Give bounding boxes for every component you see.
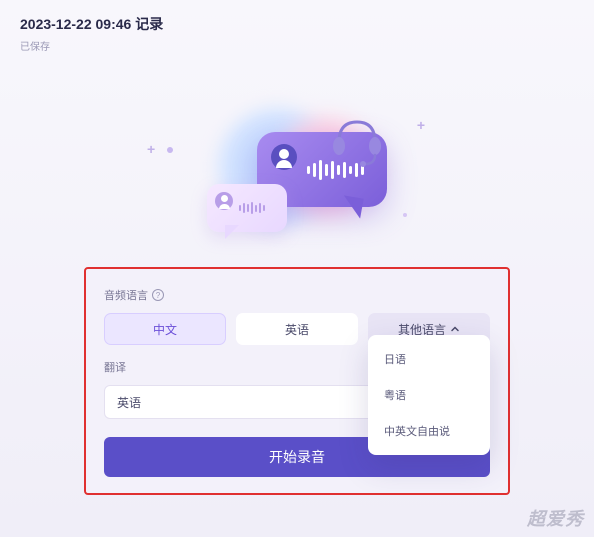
translate-value: 英语 <box>117 394 141 411</box>
lang-pill-english[interactable]: 英语 <box>236 313 358 345</box>
other-language-dropdown: 日语 粤语 中英文自由说 <box>368 335 490 455</box>
speech-bubble-small-icon <box>207 184 287 232</box>
settings-panel: 音频语言 ? 中文 英语 其他语言 翻译 英语 开始录音 日语 粤语 中英文自由… <box>84 267 510 495</box>
dropdown-item-cantonese[interactable]: 粤语 <box>368 377 490 413</box>
translate-label: 翻译 <box>104 359 126 375</box>
headset-icon <box>327 112 387 172</box>
header: 2023-12-22 09:46 记录 已保存 <box>0 0 594 57</box>
chevron-up-icon <box>450 324 460 334</box>
avatar-icon <box>271 144 297 170</box>
audio-language-label-row: 音频语言 ? <box>104 287 490 303</box>
save-status: 已保存 <box>20 38 574 53</box>
avatar-icon <box>215 192 233 210</box>
hero-illustration: + + <box>177 97 417 247</box>
dropdown-item-mixed[interactable]: 中英文自由说 <box>368 413 490 449</box>
sparkle-icon: + <box>417 117 425 133</box>
watermark: 超爱秀 <box>527 505 584 531</box>
sparkle-icon: + <box>147 141 155 157</box>
help-icon[interactable]: ? <box>152 289 164 301</box>
page-title: 2023-12-22 09:46 记录 <box>20 14 574 34</box>
audio-language-label: 音频语言 <box>104 287 148 303</box>
waveform-icon <box>239 202 265 214</box>
lang-pill-chinese[interactable]: 中文 <box>104 313 226 345</box>
dropdown-item-japanese[interactable]: 日语 <box>368 341 490 377</box>
